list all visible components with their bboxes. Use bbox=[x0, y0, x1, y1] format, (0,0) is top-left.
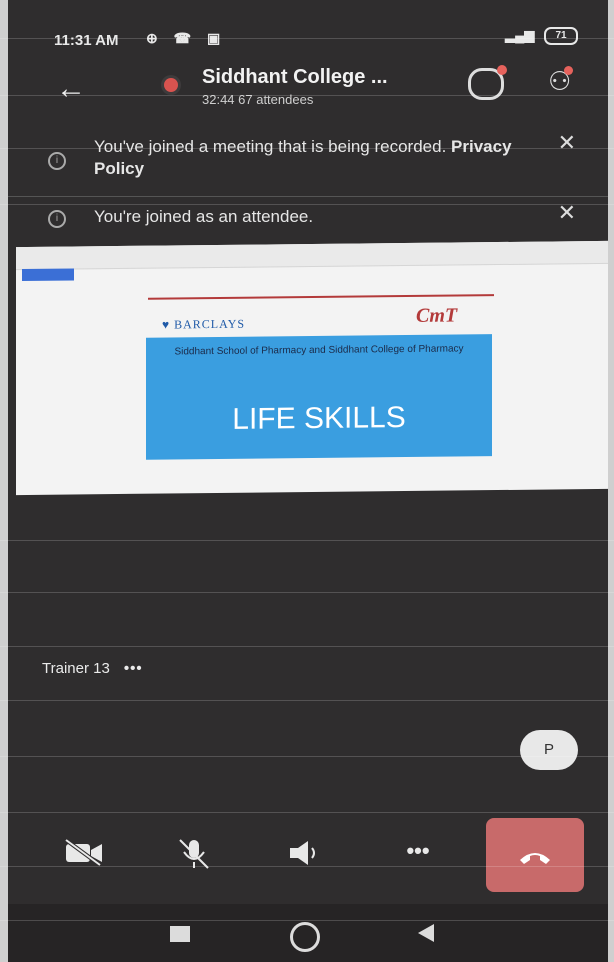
shared-screen[interactable]: ♥ BARCLAYS CmT Siddhant School of Pharma… bbox=[16, 240, 608, 496]
screen-scanline bbox=[0, 866, 614, 867]
screen-scanline bbox=[0, 540, 614, 541]
cmt-logo: CmT bbox=[416, 304, 458, 327]
slide-headline: LIFE SKILLS bbox=[232, 401, 406, 436]
participants-icon[interactable]: ⚇ bbox=[548, 66, 574, 97]
nav-back-icon[interactable] bbox=[418, 924, 434, 942]
close-icon[interactable]: ✕ bbox=[558, 130, 576, 156]
mic-off-icon[interactable] bbox=[170, 838, 218, 876]
participant-more-icon[interactable]: ••• bbox=[124, 660, 143, 677]
meeting-title[interactable]: Siddhant College ... bbox=[202, 66, 388, 89]
screen-scanline bbox=[0, 756, 614, 757]
screen-scanline bbox=[0, 920, 614, 921]
back-arrow-icon[interactable]: ← bbox=[56, 74, 86, 104]
status-time: 11:31 AM bbox=[54, 32, 119, 49]
screen-scanline bbox=[0, 148, 614, 149]
screen-scanline bbox=[0, 592, 614, 593]
battery-icon: 71 bbox=[544, 27, 578, 45]
participants-badge bbox=[564, 66, 574, 75]
status-right: ▂▄▆ 71 bbox=[505, 27, 578, 45]
participant-name: Trainer 13 bbox=[42, 660, 110, 677]
recents-icon[interactable] bbox=[170, 926, 190, 942]
screen-scanline bbox=[0, 95, 614, 96]
recording-banner-text: You've joined a meeting that is being re… bbox=[94, 137, 512, 178]
participant-label: Trainer 13 ••• bbox=[42, 660, 143, 677]
home-icon[interactable] bbox=[290, 922, 320, 952]
attendee-banner-text: You're joined as an attendee. bbox=[94, 207, 314, 226]
slide-title-box: Siddhant School of Pharmacy and Siddhant… bbox=[146, 334, 492, 460]
avatar[interactable]: P bbox=[520, 730, 578, 770]
shared-browser-toolbar bbox=[16, 240, 608, 271]
screen-scanline bbox=[0, 812, 614, 813]
signal-icon: ▂▄▆ bbox=[505, 27, 535, 43]
teams-meeting-screen: 11:31 AM ⊕ ☎ ▣ ▂▄▆ 71 ← Siddhant College… bbox=[8, 0, 608, 962]
more-options-icon[interactable]: ••• bbox=[394, 838, 442, 864]
screen-scanline bbox=[0, 700, 614, 701]
screen-scanline bbox=[0, 38, 614, 39]
divider bbox=[8, 196, 608, 197]
shared-blue-tab bbox=[22, 268, 74, 282]
meeting-header: ← Siddhant College ... 32:44 67 attendee… bbox=[8, 52, 608, 114]
android-nav-bar bbox=[8, 904, 608, 962]
slide-school-name: Siddhant School of Pharmacy and Siddhant… bbox=[174, 343, 464, 358]
info-icon: i bbox=[48, 210, 66, 228]
screen-scanline bbox=[0, 646, 614, 647]
recording-indicator-icon bbox=[164, 78, 178, 92]
barclays-logo: ♥ BARCLAYS bbox=[162, 316, 246, 332]
screen-scanline bbox=[0, 204, 614, 205]
end-call-button[interactable] bbox=[486, 818, 584, 892]
status-bar: 11:31 AM ⊕ ☎ ▣ ▂▄▆ 71 bbox=[8, 0, 608, 49]
slide-rule bbox=[148, 294, 494, 300]
recording-banner: i You've joined a meeting that is being … bbox=[8, 124, 608, 190]
speaker-icon[interactable] bbox=[282, 838, 330, 874]
info-icon: i bbox=[48, 152, 66, 170]
call-controls: ••• bbox=[8, 818, 608, 892]
